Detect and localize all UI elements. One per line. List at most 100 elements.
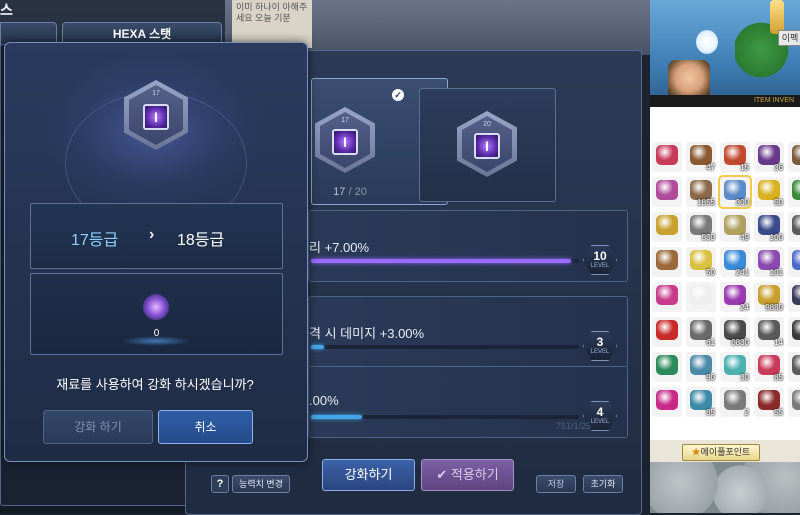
- skill-grade-label: 20: [483, 121, 491, 128]
- stone-ground: [650, 462, 800, 513]
- inventory-slot[interactable]: [652, 247, 682, 277]
- level-badge: 10 LEVEL: [583, 245, 617, 275]
- item-icon: [792, 215, 800, 235]
- inventory-slot[interactable]: 49: [720, 212, 750, 242]
- item-quantity: 50: [774, 198, 783, 207]
- inventory-slot[interactable]: [652, 177, 682, 207]
- hexa-skill-icon: I: [474, 133, 500, 159]
- stat-change-button[interactable]: 능력치 변경: [232, 475, 290, 493]
- inventory-slot[interactable]: 96: [788, 177, 800, 207]
- item-icon: [758, 355, 780, 375]
- inventory-slot[interactable]: 50: [686, 247, 716, 277]
- item-quantity: 1855: [697, 198, 715, 207]
- inventory-slot[interactable]: 36: [754, 142, 784, 172]
- item-quantity: 241: [735, 268, 749, 277]
- item-icon: [690, 215, 712, 235]
- inventory-slot[interactable]: [652, 317, 682, 347]
- inventory-slot[interactable]: 55: [754, 387, 784, 417]
- inventory-top-button[interactable]: 이펙: [778, 30, 800, 46]
- inventory-slot[interactable]: 85: [686, 387, 716, 417]
- item-icon: [758, 320, 780, 340]
- inventory-slot[interactable]: 9880: [754, 282, 784, 312]
- inventory-slot[interactable]: [652, 142, 682, 172]
- inventory-slot[interactable]: 0830: [720, 317, 750, 347]
- inventory-slot[interactable]: 300: [718, 175, 752, 209]
- stat-progress-fill: [311, 259, 571, 263]
- item-icon: [656, 250, 678, 270]
- item-icon: [656, 355, 678, 375]
- inventory-slot[interactable]: [652, 282, 682, 312]
- confirm-question: 재료를 사용하여 강화 하시겠습니까?: [56, 377, 254, 392]
- skill-grade-label: 17: [341, 117, 349, 124]
- inventory-slot[interactable]: 100: [754, 212, 784, 242]
- inventory-slot[interactable]: 530: [686, 212, 716, 242]
- window-title-partial: 스: [0, 2, 13, 18]
- hexa-skill-icon: I: [332, 129, 358, 155]
- inventory-slot[interactable]: 30: [720, 352, 750, 382]
- save-button[interactable]: 저장: [536, 475, 576, 493]
- inventory-slot[interactable]: [788, 387, 800, 417]
- inventory-slot[interactable]: [652, 352, 682, 382]
- item-quantity: 14: [774, 338, 783, 347]
- inventory-slot[interactable]: 50: [754, 177, 784, 207]
- inventory-slot[interactable]: [788, 352, 800, 382]
- maple-point-label: 메이플포인트: [700, 447, 751, 457]
- inventory-slot[interactable]: 61: [686, 317, 716, 347]
- inventory-slot[interactable]: [652, 212, 682, 242]
- inventory-slot[interactable]: 26: [788, 142, 800, 172]
- inventory-title: ITEM INVEN: [650, 95, 800, 107]
- inventory-slot[interactable]: 1855: [686, 177, 716, 207]
- stat-text: .00%: [309, 393, 339, 408]
- item-quantity: 15: [740, 163, 749, 172]
- item-icon: [656, 285, 678, 305]
- stat-row-additional-1[interactable]: 격 시 데미지 +3.00% 3 LEVEL: [308, 296, 628, 368]
- item-icon: [792, 250, 800, 270]
- material-box: 0: [30, 273, 283, 355]
- hexa-skill-icon: I: [143, 104, 169, 130]
- inventory-grid: 47 15 36 26 1855 300 50 96 530 49 100 4 50 241 101 2 24 9…: [650, 140, 800, 440]
- inventory-slot[interactable]: 101: [754, 247, 784, 277]
- inventory-slot[interactable]: 14: [754, 317, 784, 347]
- inventory-slot[interactable]: 90: [686, 352, 716, 382]
- inventory-slot[interactable]: 15: [720, 142, 750, 172]
- inventory-slot[interactable]: 85: [754, 352, 784, 382]
- item-icon: [690, 145, 712, 165]
- inventory-slot[interactable]: 2: [788, 247, 800, 277]
- level-badge: 3 LEVEL: [583, 331, 617, 361]
- skill-card[interactable]: 20 I: [419, 88, 556, 202]
- item-quantity: 85: [706, 408, 715, 417]
- stat-row-main[interactable]: 리 +7.00% 10 LEVEL: [308, 210, 628, 282]
- sol-erda-fragment-icon: [143, 294, 169, 320]
- apply-button[interactable]: ✔ 적용하기: [421, 459, 514, 491]
- cancel-button[interactable]: 취소: [158, 410, 253, 444]
- star-icon: ★: [691, 447, 701, 457]
- faint-status-text: 751/1/25: [556, 421, 592, 431]
- item-quantity: 24: [740, 303, 749, 312]
- item-icon: [792, 320, 800, 340]
- inventory-slot[interactable]: 47: [686, 142, 716, 172]
- help-button[interactable]: ?: [211, 475, 229, 493]
- inventory-slot[interactable]: [686, 282, 716, 312]
- inventory-slot[interactable]: 4: [788, 212, 800, 242]
- item-icon: [758, 285, 780, 305]
- inventory-slot[interactable]: [788, 282, 800, 312]
- lightbulb-icon: [696, 30, 718, 54]
- lamp-decoration: [770, 0, 784, 34]
- reset-button[interactable]: 초기화: [583, 475, 623, 493]
- enhance-button[interactable]: 강화하기: [322, 459, 415, 491]
- inventory-slot[interactable]: [652, 387, 682, 417]
- inventory-slot[interactable]: 2: [788, 317, 800, 347]
- item-icon: [758, 145, 780, 165]
- tree-decoration: [735, 20, 800, 80]
- maple-point-button[interactable]: ★메이플포인트: [682, 444, 760, 461]
- inventory-slot[interactable]: 2: [720, 387, 750, 417]
- item-icon: [758, 180, 780, 200]
- stat-progress-fill: [311, 345, 325, 349]
- item-icon: [724, 355, 746, 375]
- inventory-slot[interactable]: 241: [720, 247, 750, 277]
- level-number: 3: [596, 335, 604, 349]
- inventory-slot[interactable]: 24: [720, 282, 750, 312]
- stat-progress-bar: [311, 415, 579, 419]
- confirm-enhance-button[interactable]: 강화 하기: [43, 410, 153, 444]
- skill-hex-frame: 20 I: [457, 111, 517, 177]
